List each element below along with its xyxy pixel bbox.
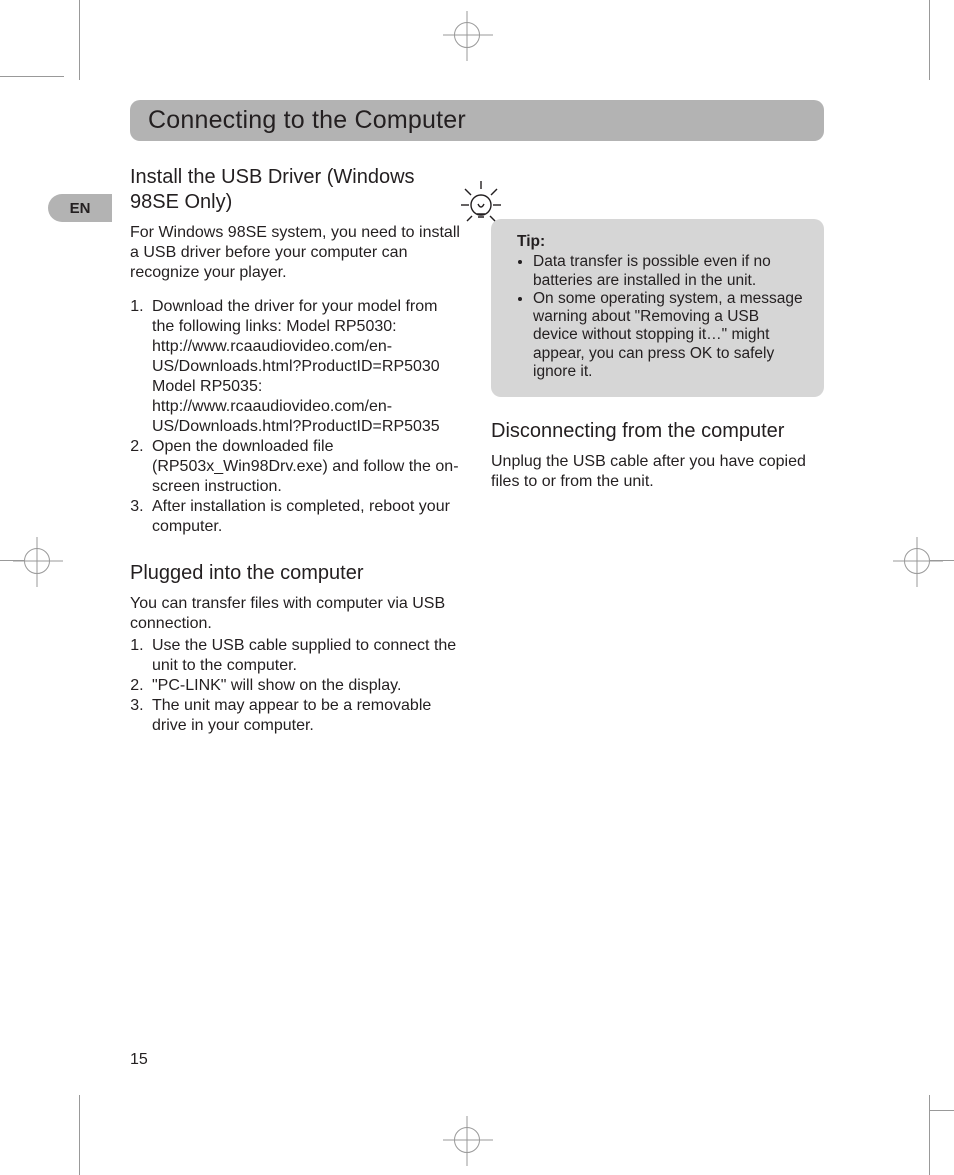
- tip-label: Tip:: [517, 233, 806, 251]
- list-item: Open the downloaded file (RP503x_Win98Dr…: [148, 437, 463, 497]
- crop-mark: [79, 0, 80, 80]
- registration-mark-icon: [904, 548, 930, 574]
- registration-mark-icon: [24, 548, 50, 574]
- tip-list: Data transfer is possible even if no bat…: [517, 253, 806, 381]
- list-item: After installation is completed, reboot …: [148, 497, 463, 537]
- language-tab: EN: [48, 194, 112, 222]
- plugged-steps-list: Use the USB cable supplied to connect th…: [130, 636, 463, 736]
- list-item: Download the driver for your model from …: [148, 297, 463, 437]
- list-item: Use the USB cable supplied to connect th…: [148, 636, 463, 676]
- two-column-layout: Install the USB Driver (Windows 98SE Onl…: [130, 165, 824, 736]
- list-item: Data transfer is possible even if no bat…: [533, 253, 806, 290]
- crop-mark: [0, 76, 64, 77]
- list-item: On some operating system, a message warn…: [533, 290, 806, 381]
- page-number: 15: [130, 1051, 148, 1069]
- heading-plugged: Plugged into the computer: [130, 561, 463, 586]
- lightbulb-icon: [453, 171, 509, 227]
- registration-mark-icon: [454, 22, 480, 48]
- page-content: EN Connecting to the Computer Install th…: [130, 100, 824, 1075]
- right-column: Tip: Data transfer is possible even if n…: [491, 165, 824, 736]
- section-title: Connecting to the Computer: [130, 100, 824, 141]
- tip-callout: Tip: Data transfer is possible even if n…: [491, 219, 824, 397]
- paragraph: For Windows 98SE system, you need to ins…: [130, 223, 463, 283]
- crop-mark: [929, 0, 930, 80]
- list-item: The unit may appear to be a removable dr…: [148, 696, 463, 736]
- crop-mark: [929, 1095, 930, 1175]
- language-label: EN: [70, 200, 91, 217]
- heading-disconnect: Disconnecting from the computer: [491, 419, 824, 444]
- paragraph: Unplug the USB cable after you have copi…: [491, 452, 824, 492]
- crop-mark: [930, 1110, 954, 1111]
- paragraph: You can transfer files with computer via…: [130, 594, 463, 634]
- registration-mark-icon: [454, 1127, 480, 1153]
- list-item: "PC-LINK" will show on the display.: [148, 676, 463, 696]
- left-column: Install the USB Driver (Windows 98SE Onl…: [130, 165, 463, 736]
- heading-install-driver: Install the USB Driver (Windows 98SE Onl…: [130, 165, 463, 215]
- crop-mark: [79, 1095, 80, 1175]
- install-steps-list: Download the driver for your model from …: [130, 297, 463, 537]
